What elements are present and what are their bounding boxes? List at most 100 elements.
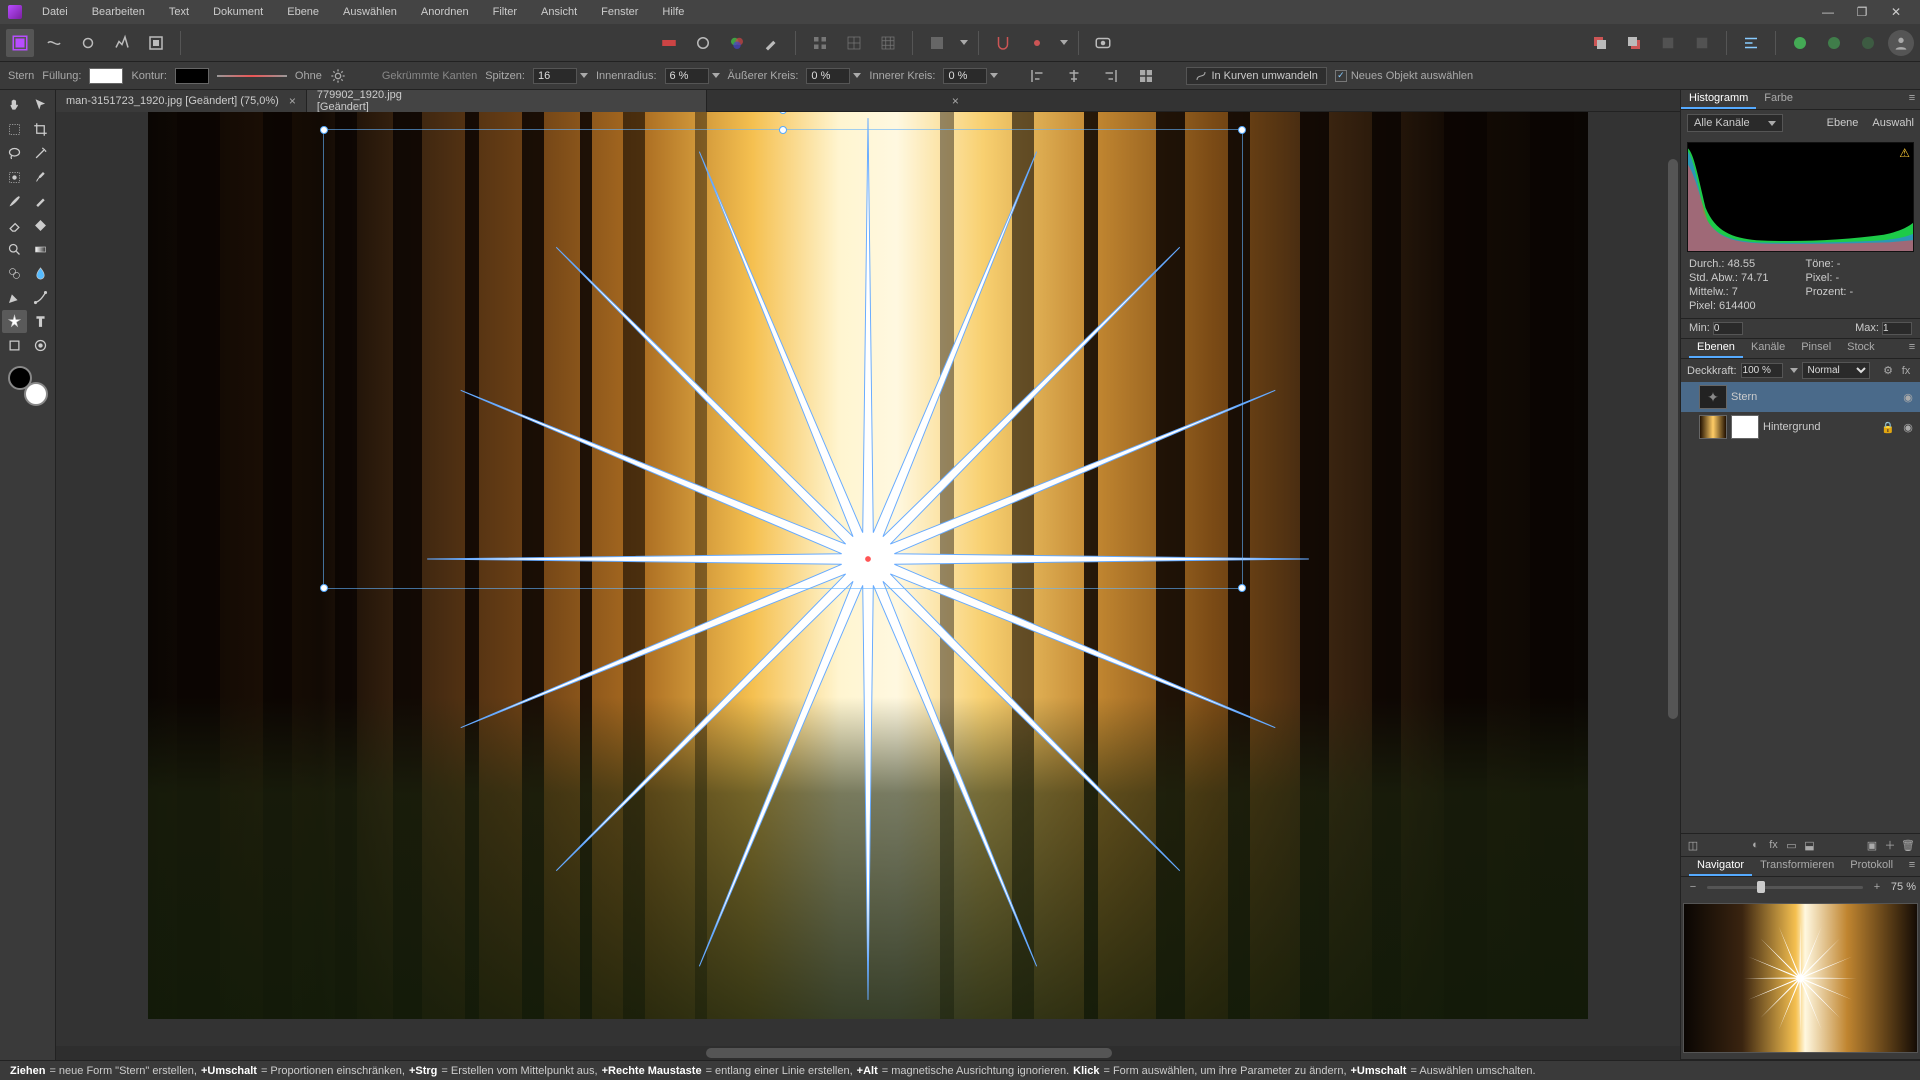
zoom-slider[interactable] — [1707, 886, 1863, 889]
align-h-center[interactable] — [1060, 62, 1088, 90]
menu-bearbeiten[interactable]: Bearbeiten — [82, 3, 155, 21]
arrange-front[interactable] — [1586, 29, 1614, 57]
align-panel[interactable] — [1737, 29, 1765, 57]
color-wells[interactable] — [8, 366, 48, 406]
shape-tool[interactable] — [2, 334, 27, 357]
stroke-width-slider[interactable] — [217, 75, 287, 77]
clone-tool[interactable] — [2, 262, 27, 285]
new-obj-checkbox[interactable]: ✓ — [1335, 70, 1347, 82]
lasso-tool[interactable] — [2, 142, 27, 165]
fill-swatch[interactable] — [89, 68, 123, 84]
zoom-out-icon[interactable]: − — [1685, 879, 1701, 895]
tab-transform[interactable]: Transformieren — [1752, 857, 1842, 876]
panel-menu-icon[interactable]: ≡ — [1904, 339, 1920, 355]
tab-color[interactable]: Farbe — [1756, 90, 1801, 109]
lock-icon[interactable]: 🔒 — [1880, 419, 1896, 435]
doc-tab-2[interactable]: beech-forest-779902_1920.jpg [Geändert] … — [307, 90, 707, 112]
tab-navigator[interactable]: Navigator — [1689, 857, 1752, 876]
pen-tool[interactable] — [2, 286, 27, 309]
navigator-thumbnail[interactable] — [1683, 903, 1918, 1053]
menu-anordnen[interactable]: Anordnen — [411, 3, 479, 21]
menu-dokument[interactable]: Dokument — [203, 3, 273, 21]
inner-circle-input[interactable] — [943, 68, 987, 84]
canvas[interactable] — [56, 112, 1680, 1046]
fx-add-icon[interactable]: fx — [1766, 837, 1782, 853]
add-mask-btn[interactable] — [1820, 29, 1848, 57]
convert-curves-button[interactable]: In Kurven umwandeln — [1186, 67, 1326, 85]
selection-brush-tool[interactable] — [28, 166, 53, 189]
tab-channels[interactable]: Kanäle — [1743, 339, 1793, 358]
close-icon[interactable]: × — [289, 94, 296, 108]
tab-layers[interactable]: Ebenen — [1689, 339, 1743, 358]
window-close[interactable]: ✕ — [1880, 2, 1912, 22]
arrange-back[interactable] — [1620, 29, 1648, 57]
color-fmt-rgb[interactable] — [655, 29, 683, 57]
menu-ansicht[interactable]: Ansicht — [531, 3, 587, 21]
star-tool[interactable] — [2, 310, 27, 333]
persona-photo[interactable] — [6, 29, 34, 57]
paint-brush-tool[interactable] — [2, 190, 27, 213]
histo-max-input[interactable] — [1882, 322, 1912, 335]
delete-layer-icon[interactable]: 🗑 — [1900, 837, 1916, 853]
layer-row-background[interactable]: Hintergrund 🔒 ◉ — [1681, 412, 1920, 442]
hand-tool[interactable] — [2, 94, 27, 117]
doc-tab-1[interactable]: man-3151723_1920.jpg [Geändert] (75,0%)× — [56, 90, 307, 112]
visibility-icon[interactable]: ◉ — [1900, 389, 1916, 405]
text-tool[interactable] — [28, 310, 53, 333]
horizontal-scrollbar[interactable] — [56, 1046, 1680, 1060]
tab-brushes[interactable]: Pinsel — [1793, 339, 1839, 358]
histo-min-input[interactable] — [1713, 322, 1743, 335]
gradient-tool[interactable] — [28, 238, 53, 261]
flood-select-tool[interactable] — [2, 166, 27, 189]
opacity-dd[interactable] — [1790, 368, 1798, 373]
fx-icon[interactable]: fx — [1898, 363, 1914, 379]
magic-wand-tool[interactable] — [28, 142, 53, 165]
align-grid[interactable] — [1132, 62, 1160, 90]
zoom-tool[interactable] — [2, 238, 27, 261]
tab-histogram[interactable]: Histogramm — [1681, 90, 1756, 109]
align-h-left[interactable] — [1024, 62, 1052, 90]
menu-filter[interactable]: Filter — [483, 3, 527, 21]
force-pixel-dd[interactable] — [1060, 40, 1068, 45]
outer-circle-input[interactable] — [806, 68, 850, 84]
arrange-bwd[interactable] — [1688, 29, 1716, 57]
account-avatar[interactable] — [1888, 30, 1914, 56]
menu-fenster[interactable]: Fenster — [591, 3, 648, 21]
layer-row-star[interactable]: ✦ Stern ◉ — [1681, 382, 1920, 412]
tab-stock[interactable]: Stock — [1839, 339, 1883, 358]
force-pixel[interactable] — [1023, 29, 1051, 57]
persona-export[interactable] — [142, 29, 170, 57]
menu-text[interactable]: Text — [159, 3, 199, 21]
snap-grid-3[interactable] — [874, 29, 902, 57]
add-layer-btn[interactable] — [1786, 29, 1814, 57]
persona-liquify[interactable] — [40, 29, 68, 57]
live-filter-icon[interactable]: ⬓ — [1802, 837, 1818, 853]
crop-tool[interactable] — [28, 118, 53, 141]
persona-tone[interactable] — [108, 29, 136, 57]
mask-icon[interactable]: ▭ — [1784, 837, 1800, 853]
color-picker-toggle[interactable] — [757, 29, 785, 57]
node-tool[interactable] — [28, 286, 53, 309]
innerc-dd[interactable] — [990, 73, 998, 78]
gear-icon[interactable]: ⚙ — [1880, 363, 1896, 379]
add-fx-btn[interactable] — [1854, 29, 1882, 57]
move-tool[interactable] — [28, 94, 53, 117]
window-maximize[interactable]: ❐ — [1846, 2, 1878, 22]
outerc-dd[interactable] — [853, 73, 861, 78]
color-fmt-cmyk[interactable] — [689, 29, 717, 57]
blend-mode-select[interactable]: Normal — [1802, 362, 1870, 379]
adjustment-icon[interactable]: ◐ — [1748, 837, 1764, 853]
menu-datei[interactable]: Datei — [32, 3, 78, 21]
color-picker-tool[interactable] — [28, 334, 53, 357]
inner-radius-input[interactable] — [665, 68, 709, 84]
persona-develop[interactable] — [74, 29, 102, 57]
group-icon[interactable]: ▣ — [1864, 837, 1880, 853]
channel-select[interactable]: Alle Kanäle — [1687, 114, 1783, 132]
quickmask-btn[interactable] — [1089, 29, 1117, 57]
window-minimize[interactable]: — — [1812, 2, 1844, 22]
blur-tool[interactable] — [28, 262, 53, 285]
selection-rect-tool[interactable] — [2, 118, 27, 141]
assistant-btn[interactable] — [923, 29, 951, 57]
snap-grid-1[interactable] — [806, 29, 834, 57]
panel-menu-icon[interactable]: ≡ — [1904, 857, 1920, 873]
